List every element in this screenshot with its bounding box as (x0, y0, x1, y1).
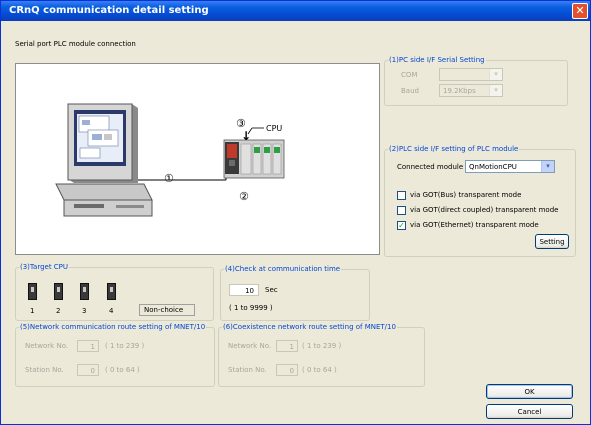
cancel-button[interactable]: Cancel (486, 404, 573, 419)
chevron-down-icon: ▾ (541, 161, 554, 172)
plc-side-legend: (2)PLC side I/F setting of PLC module (389, 145, 519, 153)
connection-label: Serial port PLC module connection (15, 40, 136, 48)
got-ethernet-label: via GOT(Ethernet) transparent mode (410, 221, 539, 229)
close-icon[interactable]: ✕ (572, 3, 588, 19)
coex-station-no-label: Station No. (228, 366, 267, 374)
network-no-range: ( 1 to 239 ) (105, 342, 145, 350)
marker-2: ② (239, 190, 249, 203)
network-no-input[interactable]: 1 (77, 340, 99, 352)
com-select[interactable]: ▾ (439, 68, 503, 81)
station-no-range: ( 0 to 64 ) (105, 366, 140, 374)
cpu-2-icon[interactable] (54, 283, 63, 300)
network-route-legend: (5)Network communication route setting o… (20, 323, 206, 331)
ok-button[interactable]: OK (486, 384, 573, 399)
check-time-range: ( 1 to 9999 ) (229, 304, 273, 312)
plc-icon (223, 139, 285, 179)
network-no-label: Network No. (25, 342, 69, 350)
target-cpu-legend: (3)Target CPU (20, 263, 69, 271)
got-direct-label: via GOT(direct coupled) transparent mode (410, 206, 559, 214)
cpu-4-label: 4 (109, 307, 114, 315)
connected-module-label: Connected module (397, 163, 464, 171)
check-time-unit: Sec (265, 286, 278, 294)
baud-label: Baud (401, 87, 419, 95)
coex-network-no-range: ( 1 to 239 ) (302, 342, 342, 350)
down-arrow-icon: ↓ (241, 129, 251, 143)
coexistence-route-legend: (6)Coexistence network route setting of … (223, 323, 396, 331)
connected-module-select[interactable]: QnMotionCPU ▾ (465, 160, 555, 173)
non-choice-button[interactable]: Non-choice (139, 304, 195, 316)
coexistence-route-group: (6)Coexistence network route setting of … (218, 323, 425, 387)
cpu-1-icon[interactable] (28, 283, 37, 300)
network-route-group: (5)Network communication route setting o… (15, 323, 215, 387)
cpu-4-icon[interactable] (107, 283, 116, 300)
baud-select[interactable]: 19.2Kbps ▾ (439, 84, 503, 97)
got-ethernet-checkbox[interactable]: ✓ (397, 221, 406, 230)
cpu-2-label: 2 (56, 307, 61, 315)
pc-side-legend: (1)PC side I/F Serial Setting (389, 56, 485, 64)
pc-icon (55, 103, 153, 217)
window-title: CRnQ communication detail setting (9, 5, 209, 16)
station-no-label: Station No. (25, 366, 64, 374)
coex-network-no-label: Network No. (228, 342, 272, 350)
setting-button[interactable]: Setting (535, 234, 569, 249)
cpu-1-label: 1 (30, 307, 35, 315)
coex-station-no-range: ( 0 to 64 ) (302, 366, 337, 374)
cpu-label: CPU (266, 124, 282, 133)
got-bus-label: via GOT(Bus) transparent mode (410, 191, 522, 199)
cpu-3-label: 3 (82, 307, 87, 315)
coex-station-no-input[interactable]: 0 (276, 364, 298, 376)
com-label: COM (401, 71, 418, 79)
title-bar[interactable]: CRnQ communication detail setting ✕ (1, 1, 590, 21)
check-time-legend: (4)Check at communication time (225, 265, 341, 273)
pc-side-group: (1)PC side I/F Serial Setting (384, 56, 568, 106)
connection-diagram: ① ② ③ ↓ CPU (15, 63, 380, 255)
cpu-3-icon[interactable] (80, 283, 89, 300)
chevron-down-icon: ▾ (489, 69, 502, 80)
got-direct-checkbox[interactable] (397, 206, 406, 215)
marker-1: ① (164, 172, 174, 185)
baud-select-value: 19.2Kbps (443, 87, 476, 95)
connection-diagram-drawing: ① ② ③ ↓ CPU (55, 103, 285, 217)
got-bus-checkbox[interactable] (397, 191, 406, 200)
dialog-window: CRnQ communication detail setting ✕ Seri… (0, 0, 591, 425)
station-no-input[interactable]: 0 (77, 364, 99, 376)
coex-network-no-input[interactable]: 1 (276, 340, 298, 352)
chevron-down-icon: ▾ (489, 85, 502, 96)
check-time-input[interactable]: 10 (229, 284, 259, 296)
connected-module-value: QnMotionCPU (469, 163, 517, 171)
